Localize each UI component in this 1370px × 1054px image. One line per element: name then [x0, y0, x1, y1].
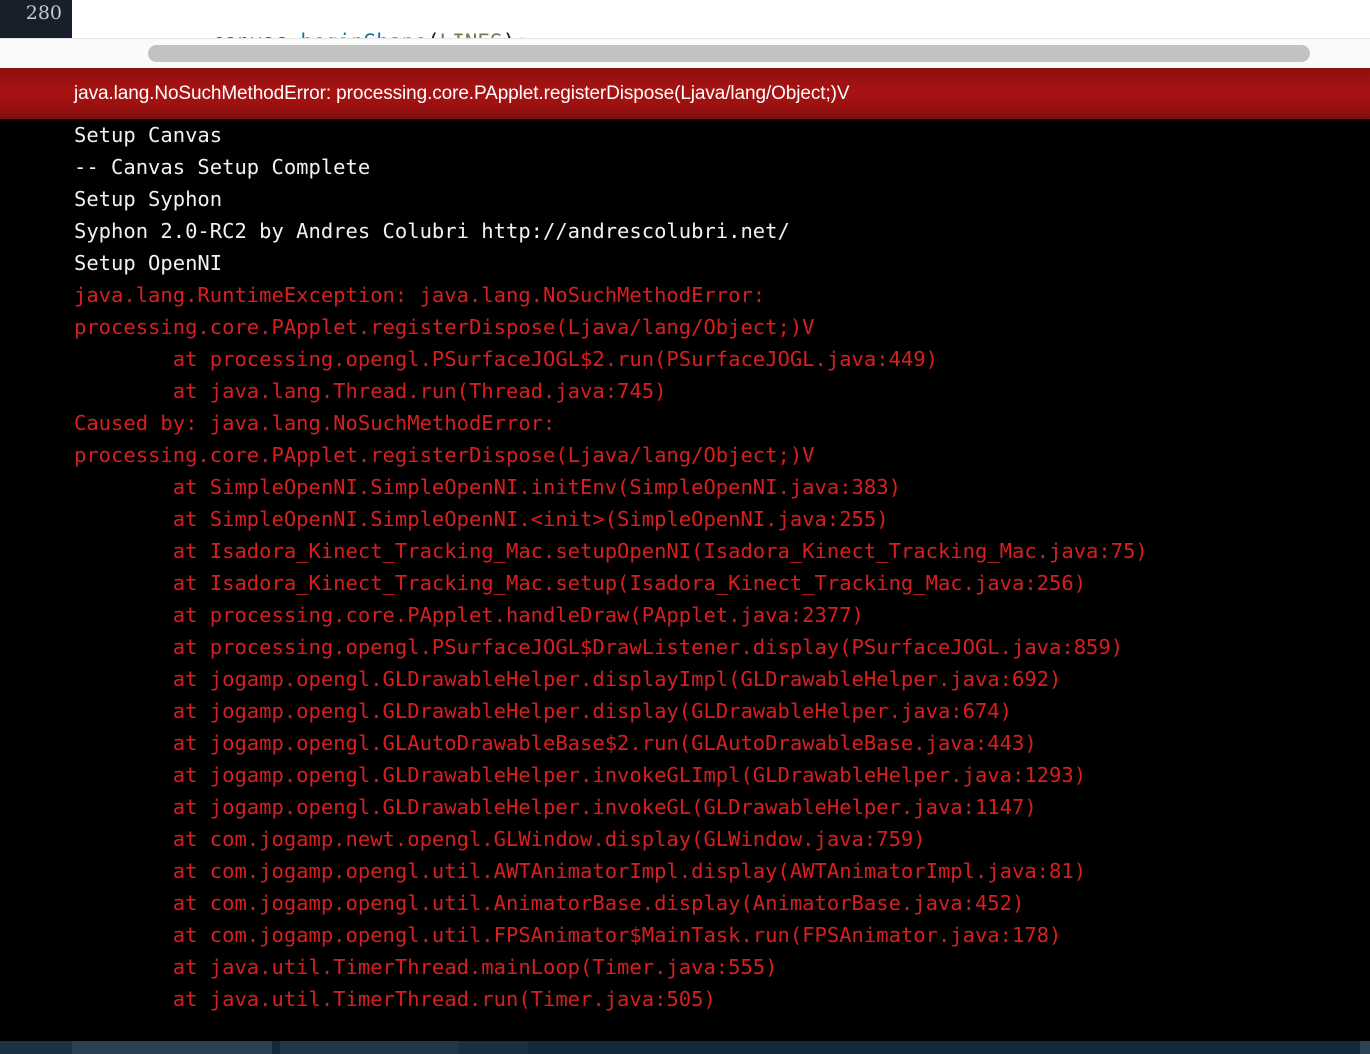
console-line: at processing.opengl.PSurfaceJOGL$DrawLi… [74, 635, 1124, 659]
console-line: at Isadora_Kinect_Tracking_Mac.setupOpen… [74, 539, 1148, 563]
horizontal-scrollbar[interactable] [0, 38, 1370, 68]
console-line: Setup Syphon [74, 187, 223, 211]
console-line: at java.util.TimerThread.mainLoop(Timer.… [74, 955, 778, 979]
console-line: at com.jogamp.opengl.util.AWTAnimatorImp… [74, 859, 1087, 883]
console-line: at jogamp.opengl.GLDrawableHelper.invoke… [74, 763, 1087, 787]
console-line: at jogamp.opengl.GLDrawableHelper.displa… [74, 667, 1062, 691]
console-line: Setup Canvas [74, 123, 223, 147]
line-number-gutter: 280 [0, 0, 72, 38]
code-line[interactable]: canvas.beginShape(LINES); [136, 0, 528, 38]
console-line: Syphon 2.0-RC2 by Andres Colubri http://… [74, 219, 790, 243]
code-editor-pane[interactable]: 280 canvas.beginShape(LINES); [0, 0, 1370, 38]
console-line: at Isadora_Kinect_Tracking_Mac.setup(Isa… [74, 571, 1087, 595]
console-line: at java.util.TimerThread.run(Timer.java:… [74, 987, 716, 1011]
processing-ide-window: 280 canvas.beginShape(LINES); java.lang.… [0, 0, 1370, 1054]
console-line: at SimpleOpenNI.SimpleOpenNI.initEnv(Sim… [74, 475, 901, 499]
code-token-open-paren: ( [427, 30, 440, 38]
console-line: Setup OpenNI [74, 251, 223, 275]
console-line: at jogamp.opengl.GLDrawableHelper.displa… [74, 699, 1012, 723]
taskbar-item-2[interactable] [72, 1041, 272, 1054]
console-line: at com.jogamp.opengl.util.FPSAnimator$Ma… [74, 923, 1062, 947]
code-token-object: canvas. [212, 30, 301, 38]
console-line: at java.lang.Thread.run(Thread.java:745) [74, 379, 667, 403]
taskbar-right-edge [1360, 1041, 1370, 1054]
taskbar-empty-area [528, 1041, 1360, 1054]
console-line: processing.core.PApplet.registerDispose(… [74, 443, 815, 467]
console-line: processing.core.PApplet.registerDispose(… [74, 315, 815, 339]
console-line: at SimpleOpenNI.SimpleOpenNI.<init>(Simp… [74, 507, 889, 531]
code-token-close-paren-semicolon: ); [503, 30, 528, 38]
console-output-pane[interactable]: Setup Canvas -- Canvas Setup Complete Setu… [0, 119, 1370, 1035]
taskbar-item-4[interactable] [458, 1041, 528, 1054]
console-line: java.lang.RuntimeException: java.lang.No… [74, 283, 766, 307]
code-token-constant: LINES [439, 30, 502, 38]
console-line: at com.jogamp.newt.opengl.GLWindow.displ… [74, 827, 926, 851]
console-line: at jogamp.opengl.GLDrawableHelper.invoke… [74, 795, 1037, 819]
taskbar-item-3[interactable] [280, 1041, 458, 1054]
console-line: at jogamp.opengl.GLAutoDrawableBase$2.ru… [74, 731, 1037, 755]
line-number: 280 [25, 2, 62, 24]
horizontal-scrollbar-thumb[interactable] [148, 45, 1310, 62]
console-line: Caused by: java.lang.NoSuchMethodError: [74, 411, 556, 435]
error-banner[interactable]: java.lang.NoSuchMethodError: processing.… [0, 68, 1370, 119]
console-line-list: Setup Canvas -- Canvas Setup Complete Setu… [0, 119, 1370, 1015]
console-line: at processing.core.PApplet.handleDraw(PA… [74, 603, 864, 627]
error-banner-message: java.lang.NoSuchMethodError: processing.… [74, 82, 850, 104]
console-line: at com.jogamp.opengl.util.AnimatorBase.d… [74, 891, 1025, 915]
console-line: -- Canvas Setup Complete [74, 155, 371, 179]
console-line: at processing.opengl.PSurfaceJOGL$2.run(… [74, 347, 938, 371]
code-token-method: beginShape [300, 30, 426, 38]
taskbar-item-1[interactable] [0, 1041, 72, 1054]
taskbar[interactable] [0, 1041, 1370, 1054]
taskbar-gap-1 [272, 1041, 280, 1054]
